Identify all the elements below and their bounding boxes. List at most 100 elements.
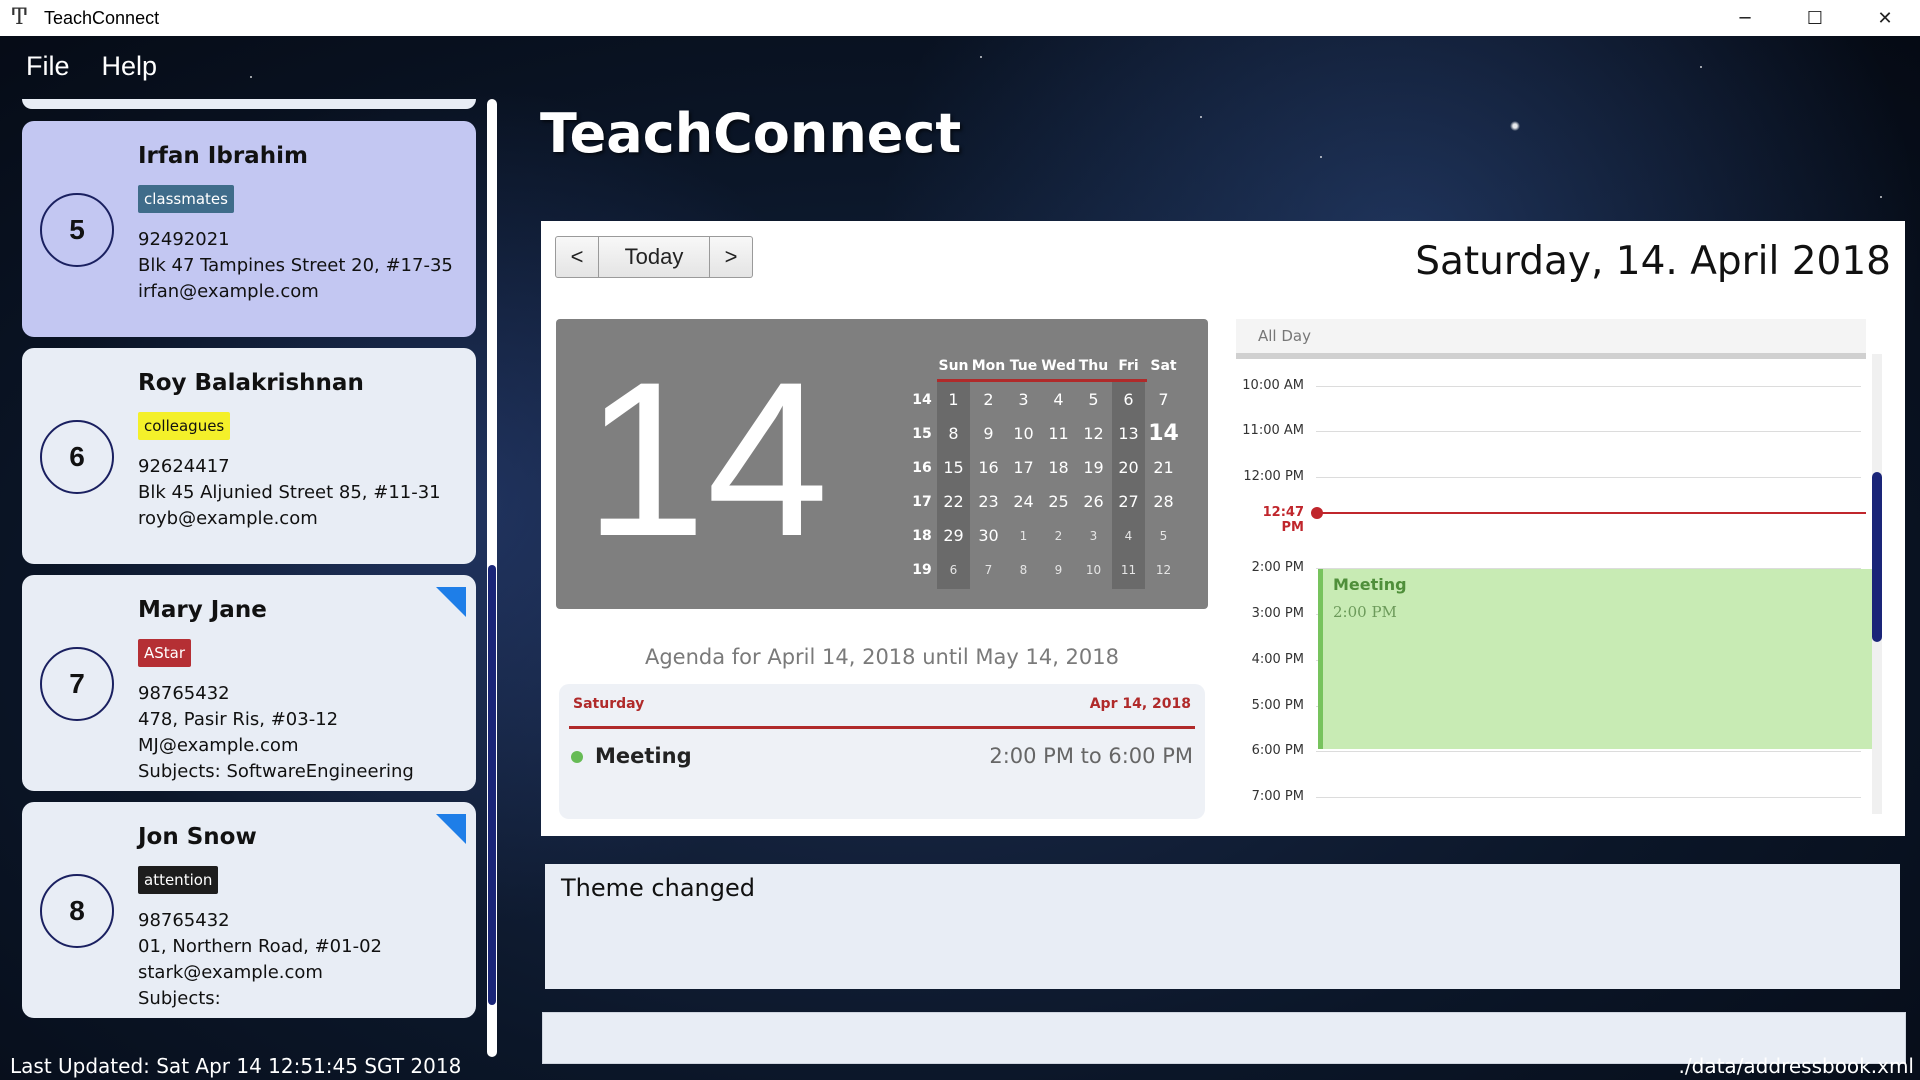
calendar-day-cell[interactable]: 24	[1006, 485, 1041, 519]
calendar-day-cell[interactable]: 15	[936, 451, 971, 485]
result-text: Theme changed	[561, 874, 755, 902]
calendar-day-cell[interactable]: 6	[1111, 383, 1146, 417]
calendar-week-row: 14 1 2 3 4 5 6 7	[908, 383, 1181, 417]
day-view-scrollbar[interactable]	[1872, 354, 1882, 814]
calendar-day-cell[interactable]: 19	[1076, 451, 1111, 485]
today-button[interactable]: Today	[599, 236, 710, 278]
scrollbar-thumb[interactable]	[1872, 472, 1882, 642]
event-time: 2:00 PM	[1333, 603, 1397, 621]
calendar-day-cell[interactable]: 5	[1146, 519, 1181, 553]
calendar-panel: < Today > Saturday, 14. April 2018 14 Su…	[541, 221, 1905, 836]
calendar-day-cell[interactable]: 8	[936, 417, 971, 451]
person-card-partial[interactable]	[22, 99, 476, 109]
weekday-label: Sat	[1150, 358, 1177, 374]
all-day-row[interactable]: All Day	[1236, 319, 1866, 353]
calendar-day-cell[interactable]: 12	[1076, 417, 1111, 451]
calendar-day-cell[interactable]: 9	[1041, 553, 1076, 587]
calendar-day-cell[interactable]: 4	[1041, 383, 1076, 417]
window-titlebar: Ͳ TeachConnect ─ ☐ ✕	[0, 0, 1920, 36]
calendar-day-cell[interactable]: 18	[1041, 451, 1076, 485]
minimize-icon[interactable]: ─	[1710, 0, 1780, 36]
person-list[interactable]: 5 Irfan Ibrahim classmates 92492021 Blk …	[22, 99, 480, 1057]
calendar-day-cell[interactable]: 25	[1041, 485, 1076, 519]
week-number: 15	[912, 426, 932, 442]
calendar-day-cell[interactable]: 21	[1146, 451, 1181, 485]
calendar-day-cell[interactable]: 28	[1146, 485, 1181, 519]
calendar-day-cell[interactable]: 10	[1006, 417, 1041, 451]
calendar-day-cell[interactable]: 5	[1076, 383, 1111, 417]
calendar-day-cell[interactable]: 8	[1006, 553, 1041, 587]
calendar-day-cell[interactable]: 1	[1006, 519, 1041, 553]
person-card[interactable]: 8 Jon Snow attention 98765432 01, Northe…	[22, 802, 476, 1018]
current-time-line	[1316, 512, 1866, 514]
calendar-day-cell[interactable]: 27	[1111, 485, 1146, 519]
event-dot-icon	[571, 751, 583, 763]
calendar-day-cell[interactable]: 13	[1111, 417, 1146, 451]
person-card[interactable]: 6 Roy Balakrishnan colleagues 92624417 B…	[22, 348, 476, 564]
calendar-day-cell[interactable]: 17	[1006, 451, 1041, 485]
menu-help[interactable]: Help	[86, 46, 174, 86]
calendar-day-cell[interactable]: 12	[1146, 553, 1181, 587]
hour-line	[1316, 477, 1861, 478]
person-list-scrollbar[interactable]	[487, 99, 497, 1057]
calendar-day-cell[interactable]: 1	[936, 383, 971, 417]
scrollbar-thumb[interactable]	[488, 565, 496, 1005]
calendar-day-cell[interactable]: 23	[971, 485, 1006, 519]
calendar-day-cell[interactable]: 7	[1146, 383, 1181, 417]
calendar-week-row: 16 15 16 17 18 19 20 21	[908, 451, 1181, 485]
calendar-day-cell[interactable]: 11	[1111, 553, 1146, 587]
menu-file[interactable]: File	[10, 46, 86, 86]
calendar-day-cell[interactable]: 14	[1146, 417, 1181, 451]
hour-label: 3:00 PM	[1251, 606, 1304, 621]
calendar-day-cell[interactable]: 16	[971, 451, 1006, 485]
calendar-day-cell[interactable]: 11	[1041, 417, 1076, 451]
app-logo-icon: Ͳ	[12, 5, 27, 30]
calendar-day-cell[interactable]: 3	[1076, 519, 1111, 553]
person-card[interactable]: 7 Mary Jane AStar 98765432 478, Pasir Ri…	[22, 575, 476, 791]
menu-bar: File Help	[10, 46, 173, 86]
agenda-divider	[569, 726, 1195, 729]
calendar-day-cell[interactable]: 26	[1076, 485, 1111, 519]
hour-line	[1316, 751, 1861, 752]
person-card[interactable]: 5 Irfan Ibrahim classmates 92492021 Blk …	[22, 121, 476, 337]
weekday-label: Mon	[971, 358, 1006, 374]
calendar-day-cell[interactable]: 10	[1076, 553, 1111, 587]
calendar-day-cell[interactable]: 20	[1111, 451, 1146, 485]
agenda-date: Apr 14, 2018	[1089, 696, 1191, 712]
person-email: royb@example.com	[138, 508, 318, 529]
month-summary: 14 Sun Mon Tue Wed Thu Fri Sat 14 1 2 3 4 5 6 7…	[556, 319, 1208, 609]
calendar-week-row: 15 8 9 10 11 12 13 14	[908, 417, 1181, 451]
calendar-day-cell[interactable]: 6	[936, 553, 971, 587]
calendar-day-cell[interactable]: 9	[971, 417, 1006, 451]
app-background: File Help 5 Irfan Ibrahim classmates 924…	[0, 36, 1920, 1080]
agenda-event-title[interactable]: Meeting	[595, 744, 692, 768]
person-email: MJ@example.com	[138, 735, 299, 756]
calendar-day-cell[interactable]: 2	[971, 383, 1006, 417]
close-icon[interactable]: ✕	[1850, 0, 1920, 36]
calendar-day-cell[interactable]: 2	[1041, 519, 1076, 553]
calendar-day-cell[interactable]: 3	[1006, 383, 1041, 417]
person-index: 7	[40, 647, 114, 721]
calendar-event[interactable]: Meeting 2:00 PM	[1318, 569, 1873, 749]
person-index: 6	[40, 420, 114, 494]
weekday-header: Sun Mon Tue Wed Thu Fri Sat	[908, 355, 1181, 383]
window-controls: ─ ☐ ✕	[1710, 0, 1920, 36]
calendar-day-cell[interactable]: 22	[936, 485, 971, 519]
week-number: 17	[912, 494, 932, 510]
hour-label: 4:00 PM	[1251, 652, 1304, 667]
flag-icon	[436, 587, 466, 617]
weekday-label: Thu	[1078, 358, 1109, 374]
next-button[interactable]: >	[710, 236, 753, 278]
calendar-day-cell[interactable]: 7	[971, 553, 1006, 587]
hour-label: 5:00 PM	[1251, 698, 1304, 713]
hour-line	[1316, 797, 1861, 798]
hour-label: 11:00 AM	[1242, 423, 1304, 438]
hour-label: 12:00 PM	[1243, 469, 1304, 484]
calendar-day-cell[interactable]: 4	[1111, 519, 1146, 553]
calendar-day-cell[interactable]: 30	[971, 519, 1006, 553]
weekday-label: Fri	[1118, 358, 1139, 374]
calendar-day-cell[interactable]: 29	[936, 519, 971, 553]
agenda-event-time: 2:00 PM to 6:00 PM	[989, 744, 1193, 768]
maximize-icon[interactable]: ☐	[1780, 0, 1850, 36]
prev-button[interactable]: <	[555, 236, 599, 278]
